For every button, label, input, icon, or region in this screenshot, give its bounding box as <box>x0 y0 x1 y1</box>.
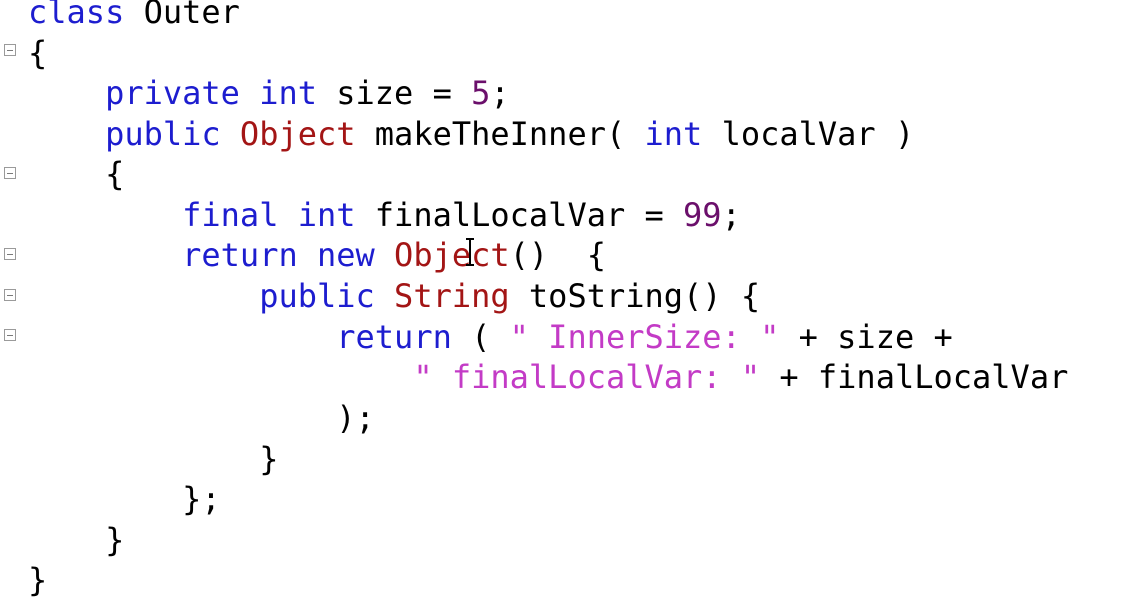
code-token: new <box>316 236 375 274</box>
code-token: } <box>28 561 48 599</box>
code-token: Outer <box>124 0 240 31</box>
code-token: " finalLocalVar: " <box>413 358 761 396</box>
code-token: () { <box>509 236 606 274</box>
code-line[interactable]: { <box>28 33 47 73</box>
code-line[interactable]: }; <box>28 479 221 519</box>
code-token: 99 <box>683 196 722 234</box>
code-token: 5 <box>471 74 491 112</box>
code-token: + size + <box>779 318 953 356</box>
code-token: class <box>28 0 125 31</box>
code-line[interactable]: public Object makeTheInner( int localVar… <box>28 114 914 154</box>
code-token: Object <box>239 115 356 153</box>
code-line[interactable]: return new Object() { <box>28 235 606 275</box>
code-line[interactable]: public String toString() { <box>28 276 760 316</box>
code-token: return <box>336 318 452 356</box>
code-token: finalLocalVar = <box>355 196 684 234</box>
code-line[interactable]: " finalLocalVar: " + finalLocalVar <box>28 357 1068 397</box>
code-token: localVar ) <box>702 115 915 153</box>
collapse-icon[interactable] <box>4 44 16 56</box>
code-token: makeTheInner( <box>355 115 645 153</box>
code-token: { <box>28 34 48 72</box>
code-token: toString() { <box>509 277 761 315</box>
text-cursor-icon <box>466 238 474 268</box>
code-line[interactable]: final int finalLocalVar = 99; <box>28 195 741 235</box>
collapse-icon[interactable] <box>4 329 16 341</box>
code-token: { <box>28 155 125 193</box>
code-token: }; <box>28 480 221 518</box>
code-token: ; <box>490 74 510 112</box>
code-token: } <box>28 440 279 478</box>
code-token: public <box>259 277 375 315</box>
code-line[interactable]: private int size = 5; <box>28 73 510 113</box>
code-token: return <box>182 236 298 274</box>
code-token: " InnerSize: " <box>509 318 780 356</box>
code-line[interactable]: class Outer <box>28 0 240 32</box>
code-token: ( <box>451 318 510 356</box>
code-line[interactable]: } <box>28 520 124 560</box>
code-token: ); <box>28 399 375 437</box>
code-token: int <box>259 74 317 112</box>
code-line[interactable]: { <box>28 154 124 194</box>
code-token: Object <box>394 236 510 274</box>
code-token: } <box>28 521 125 559</box>
code-token: int <box>644 115 703 153</box>
code-token: int <box>297 196 356 234</box>
code-line[interactable]: } <box>28 439 278 479</box>
code-token: + finalLocalVar <box>760 358 1069 396</box>
code-line[interactable]: return ( " InnerSize: " + size + <box>28 317 953 357</box>
collapse-icon[interactable] <box>4 289 16 301</box>
code-token: size = <box>316 74 472 112</box>
code-token: final <box>182 196 279 234</box>
collapse-icon[interactable] <box>4 167 16 179</box>
code-editor[interactable]: class Outer{ private int size = 5; publi… <box>0 0 1130 599</box>
code-token: private <box>105 74 240 112</box>
code-line[interactable]: } <box>28 560 47 600</box>
collapse-icon[interactable] <box>4 248 16 260</box>
code-token: String <box>394 277 510 315</box>
code-token: ; <box>721 196 741 234</box>
code-token: public <box>105 115 221 153</box>
code-line[interactable]: ); <box>28 398 375 438</box>
